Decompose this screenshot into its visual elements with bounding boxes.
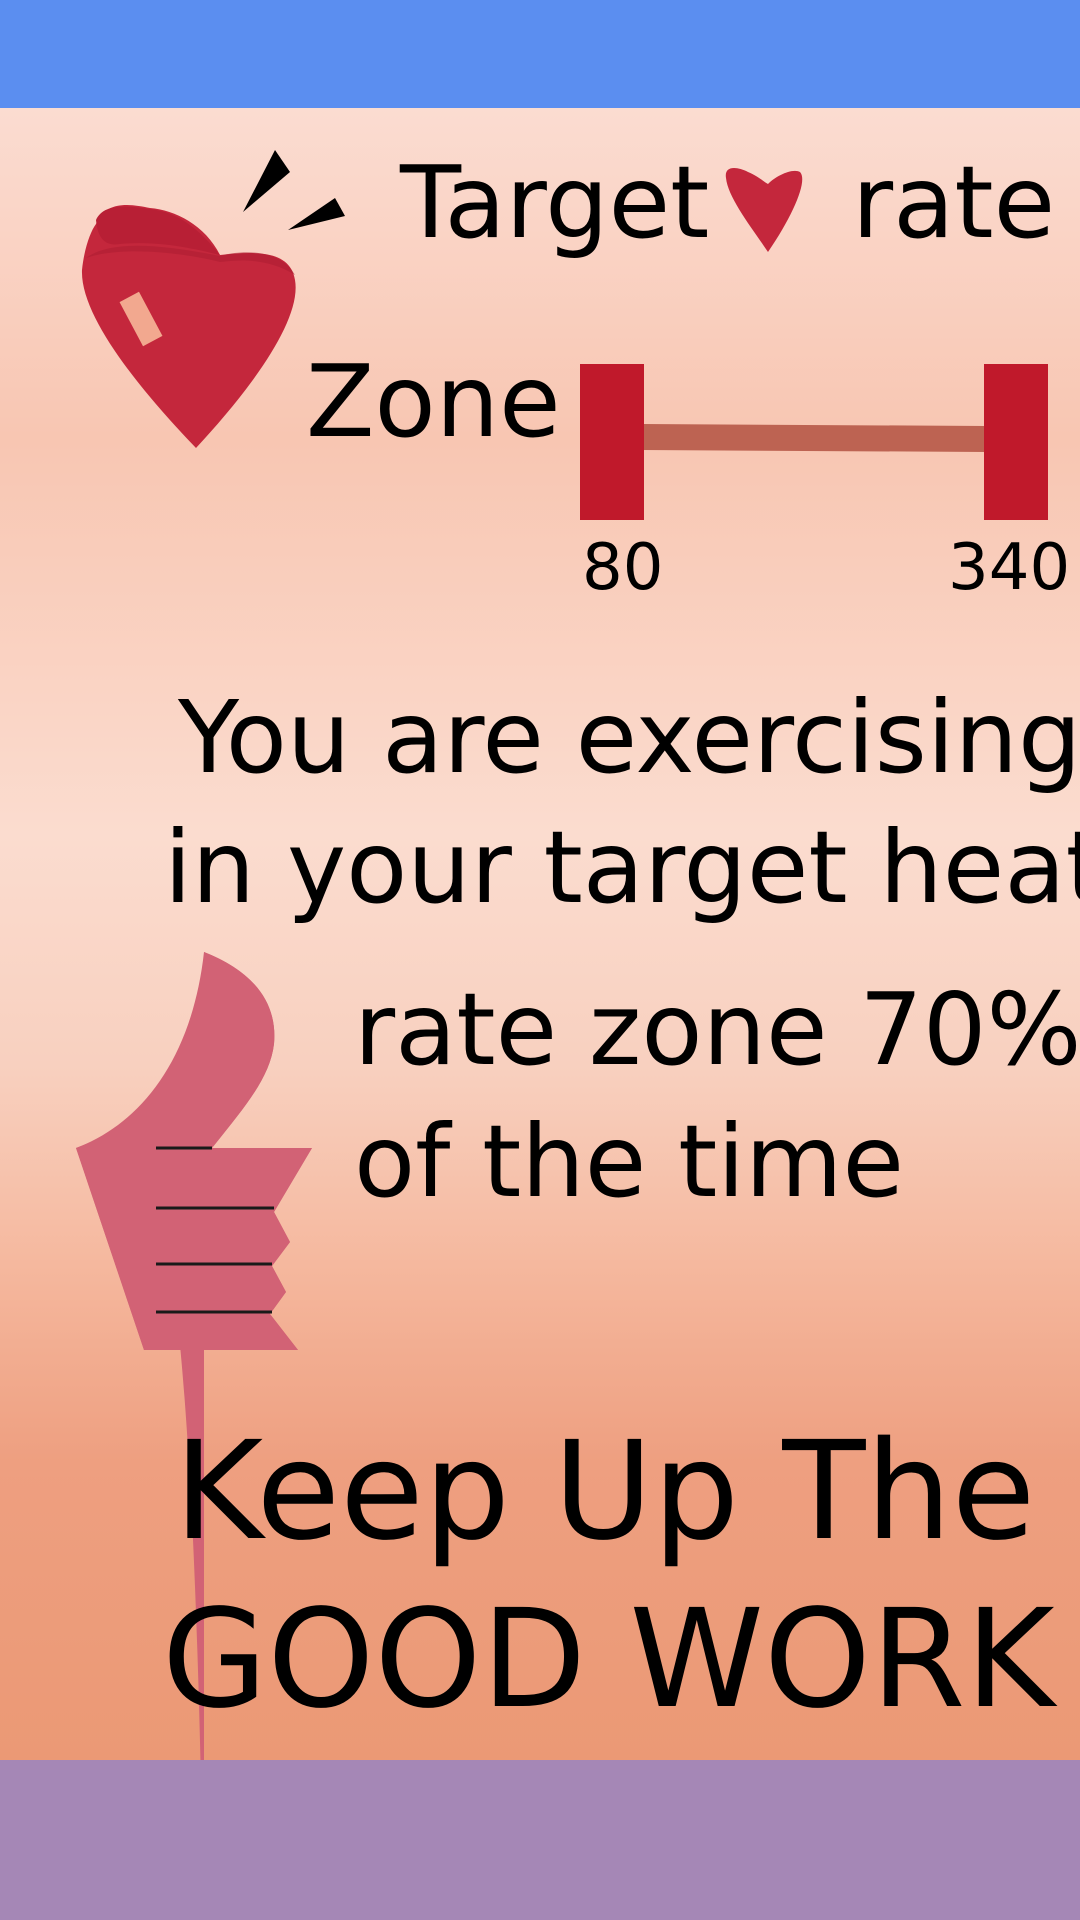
screen: Target rate Zone 80 340 You are exercisi… bbox=[0, 0, 1080, 1920]
cheer-line-1: Keep Up The bbox=[174, 1413, 1036, 1571]
cheer-line-2: GOOD WORK bbox=[162, 1581, 1055, 1739]
bottom-bar bbox=[0, 1760, 1080, 1920]
